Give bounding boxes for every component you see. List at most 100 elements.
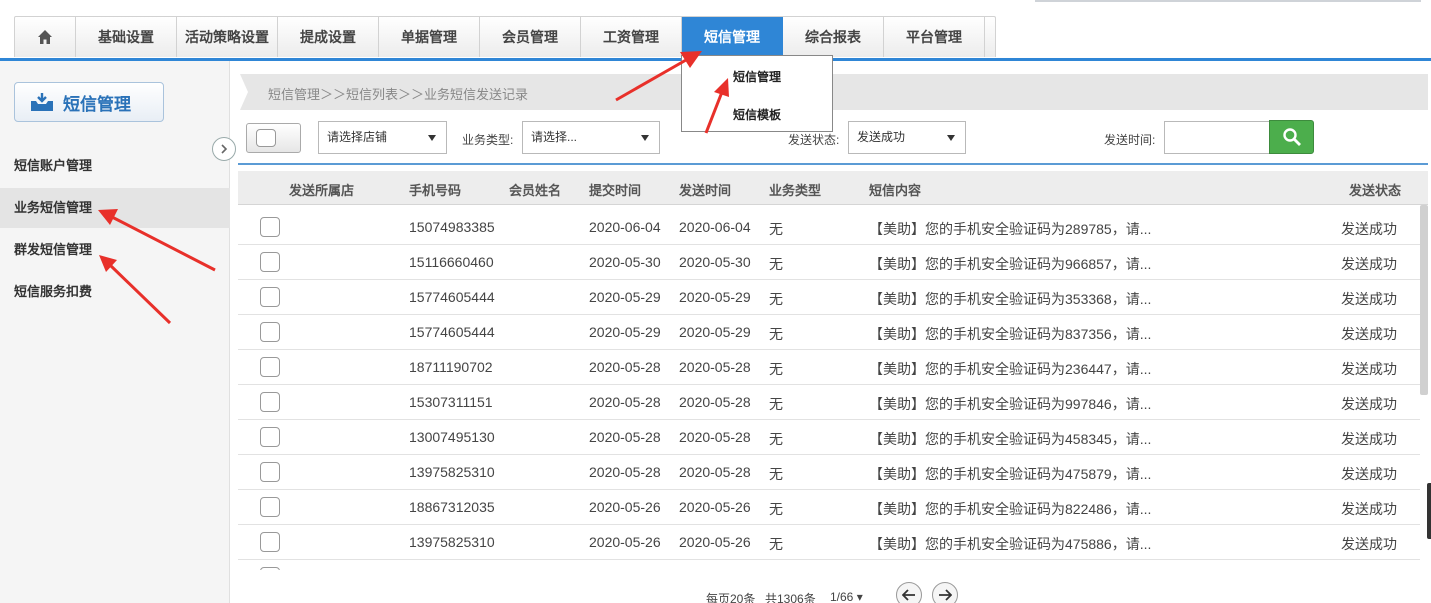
- cell-biz-type: 无: [769, 466, 783, 482]
- cell-status: 发送成功: [1341, 396, 1397, 412]
- cell-status: 发送成功: [1341, 326, 1397, 342]
- table-row[interactable]: 18711190702 2020-05-28 2020-05-28 无 【美助】…: [238, 350, 1420, 385]
- cell-content: 【美助】您的手机安全验证码为822486，请...: [869, 501, 1152, 517]
- biz-type-label: 业务类型:: [462, 133, 514, 147]
- cell-biz-type: 无: [769, 256, 783, 272]
- cell-phone: 15116660460: [409, 254, 494, 270]
- row-checkbox[interactable]: [260, 357, 280, 377]
- sidebar-item-business-sms[interactable]: 业务短信管理: [0, 188, 230, 228]
- col-header-content[interactable]: 短信内容: [869, 180, 921, 199]
- cell-submit-time: 2020-05-30: [589, 254, 661, 270]
- table-row[interactable]: 13007495130 2020-05-28 2020-05-28 无 【美助】…: [238, 420, 1420, 455]
- store-select[interactable]: 请选择店铺: [318, 121, 447, 154]
- cell-content: 【美助】您的手机安全验证码为353368，请...: [869, 291, 1152, 307]
- cell-biz-type: 无: [769, 501, 783, 517]
- cell-content: 【美助】您的手机安全验证码为236447，请...: [869, 361, 1152, 377]
- row-checkbox[interactable]: [260, 427, 280, 447]
- row-checkbox[interactable]: [260, 252, 280, 272]
- table-row[interactable]: 15116660460 2020-05-30 2020-05-30 无 【美助】…: [238, 245, 1420, 280]
- cell-biz-type: 无: [769, 221, 783, 237]
- breadcrumb: 短信管理＞＞短信列表＞＞业务短信发送记录: [240, 74, 1428, 110]
- row-checkbox[interactable]: [260, 217, 280, 237]
- row-checkbox[interactable]: [260, 462, 280, 482]
- dropdown-item-sms-templates[interactable]: 短信模板: [682, 106, 832, 123]
- cell-status: 发送成功: [1341, 256, 1397, 272]
- select-all-toggle[interactable]: [246, 123, 301, 153]
- send-status-select[interactable]: 发送成功: [848, 121, 966, 154]
- caret-down-icon: [428, 135, 436, 141]
- sidebar-item-sms-accounts[interactable]: 短信账户管理: [0, 146, 230, 186]
- top-bar: 基础设置 活动策略设置 提成设置 单据管理 会员管理 工资管理 短信管理 综合报…: [0, 0, 1431, 62]
- table-row[interactable]: 13975825310 2020-05-26 2020-05-26 无 【美助】…: [238, 525, 1420, 560]
- cell-phone: 15307311151: [409, 394, 493, 410]
- cell-phone: 15074983385: [409, 219, 495, 235]
- table-row[interactable]: 15774605444 2020-05-29 2020-05-29 无 【美助】…: [238, 280, 1420, 315]
- send-status-label: 发送状态:: [788, 133, 840, 147]
- table-row[interactable]: 15774605444 2020-05-29 2020-05-29 无 【美助】…: [238, 315, 1420, 350]
- cell-status: 发送成功: [1341, 221, 1397, 237]
- sidebar-collapse-button[interactable]: [212, 137, 236, 161]
- pager-page-select[interactable]: 1/66 ▾: [830, 590, 863, 603]
- table-header: 发送所属店 手机号码 会员姓名 提交时间 发送时间 业务类型 短信内容 发送状态: [238, 171, 1428, 205]
- table-row[interactable]: 18867312035 2020-05-26 2020-05-26 无 【美助】…: [238, 490, 1420, 525]
- row-checkbox[interactable]: [260, 287, 280, 307]
- search-button[interactable]: [1269, 120, 1314, 154]
- main-nav: 基础设置 活动策略设置 提成设置 单据管理 会员管理 工资管理 短信管理 综合报…: [14, 16, 996, 57]
- nav-item-platform-management[interactable]: 平台管理: [884, 17, 985, 57]
- nav-item-reports[interactable]: 综合报表: [783, 17, 884, 57]
- nav-item-document-management[interactable]: 单据管理: [379, 17, 480, 57]
- breadcrumb-text: 短信管理＞＞短信列表＞＞业务短信发送记录: [268, 87, 529, 102]
- cell-submit-time: 2020-05-28: [589, 394, 661, 410]
- col-header-status[interactable]: 发送状态: [1349, 180, 1401, 199]
- cell-status: 发送成功: [1341, 536, 1397, 552]
- sidebar-item-bulk-sms[interactable]: 群发短信管理: [0, 230, 230, 270]
- cell-phone: 13007495130: [409, 429, 495, 445]
- sidebar-header: 短信管理: [14, 82, 164, 122]
- dropdown-item-sms-management[interactable]: 短信管理: [682, 68, 832, 85]
- cell-phone: 18867312035: [409, 499, 495, 515]
- nav-end-cap: [985, 17, 995, 57]
- col-header-send-time[interactable]: 发送时间: [679, 180, 731, 199]
- table-row[interactable]: 15307311151 2020-05-28 2020-05-28 无 【美助】…: [238, 385, 1420, 420]
- nav-item-basic-settings[interactable]: 基础设置: [76, 17, 177, 57]
- cell-submit-time: 2020-05-28: [589, 429, 661, 445]
- next-page-button[interactable]: [932, 582, 958, 603]
- row-checkbox[interactable]: [260, 392, 280, 412]
- cell-phone: 15774605444: [409, 324, 495, 340]
- cell-status: 发送成功: [1341, 431, 1397, 447]
- nav-item-payroll-management[interactable]: 工资管理: [581, 17, 682, 57]
- sidebar-item-sms-billing[interactable]: 短信服务扣费: [0, 272, 230, 312]
- pager-per-page: 每页20条: [706, 592, 756, 603]
- nav-item-campaign-settings[interactable]: 活动策略设置: [177, 17, 278, 57]
- row-checkbox[interactable]: [260, 322, 280, 342]
- sms-dropdown-menu: 短信管理 短信模板: [681, 55, 833, 132]
- cell-submit-time: 2020-05-26: [589, 534, 661, 550]
- home-button[interactable]: [15, 17, 76, 57]
- col-header-biz-type[interactable]: 业务类型: [769, 180, 821, 199]
- cell-biz-type: 无: [769, 361, 783, 377]
- caret-down-icon: [641, 135, 649, 141]
- table-row[interactable]: [238, 560, 1420, 570]
- cell-content: 【美助】您的手机安全验证码为289785，请...: [869, 221, 1152, 237]
- cell-send-time: 2020-05-26: [679, 499, 751, 515]
- nav-item-sms-management[interactable]: 短信管理: [682, 17, 783, 57]
- send-time-input[interactable]: [1164, 121, 1270, 154]
- table-row[interactable]: 13975825310 2020-05-28 2020-05-28 无 【美助】…: [238, 455, 1420, 490]
- edge-tab[interactable]: [1427, 483, 1431, 539]
- nav-item-commission-settings[interactable]: 提成设置: [278, 17, 379, 57]
- col-header-store[interactable]: 发送所属店: [289, 180, 354, 199]
- col-header-phone[interactable]: 手机号码: [409, 180, 461, 199]
- prev-page-button[interactable]: [896, 582, 922, 603]
- table-row[interactable]: 15074983385 2020-06-04 2020-06-04 无 【美助】…: [238, 210, 1420, 245]
- table-scrollbar[interactable]: [1420, 205, 1428, 395]
- col-header-member-name[interactable]: 会员姓名: [509, 180, 561, 199]
- col-header-submit-time[interactable]: 提交时间: [589, 180, 641, 199]
- row-checkbox[interactable]: [260, 497, 280, 517]
- row-checkbox[interactable]: [260, 567, 280, 570]
- row-checkbox[interactable]: [260, 532, 280, 552]
- cell-content: 【美助】您的手机安全验证码为966857，请...: [869, 256, 1152, 272]
- cell-biz-type: 无: [769, 326, 783, 342]
- nav-item-member-management[interactable]: 会员管理: [480, 17, 581, 57]
- chevron-right-icon: [221, 144, 228, 154]
- biz-type-select[interactable]: 请选择...: [522, 121, 660, 154]
